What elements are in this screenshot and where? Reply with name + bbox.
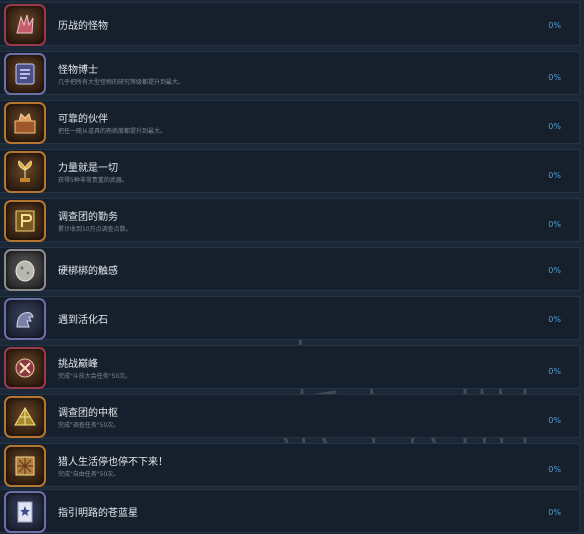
unlock-percent: 0% [548, 21, 561, 30]
achievement-title: 调查团的中枢 [58, 408, 118, 419]
achievement-badge [4, 151, 46, 193]
monster-book-icon [15, 63, 35, 85]
research-points-icon [15, 210, 35, 232]
achievement-badge [4, 396, 46, 438]
achievement-description: 完成"自由任务"50次。 [58, 471, 120, 478]
achievement-badge [4, 347, 46, 389]
achievement-row[interactable]: 指引明路的苍蓝星 0% [0, 489, 580, 533]
fossil-creature-icon [16, 312, 34, 328]
achievement-row[interactable]: 调查团的勤务 累计收到10万点调查点数。 0% [0, 198, 580, 242]
stone-egg-icon [15, 260, 35, 282]
achievement-badge [4, 200, 46, 242]
achievement-row[interactable]: 可靠的伙伴 把任一随从道具的熟练度都提升到最大。 0% [0, 100, 580, 144]
quest-map-icon [15, 456, 35, 476]
achievement-row[interactable]: 遇到活化石 0% [0, 296, 580, 340]
unlock-percent: 0% [548, 122, 561, 131]
unlock-percent: 0% [548, 367, 561, 376]
achievement-row[interactable]: 怪物博士 几乎把所有大型怪物的研究等级都提升到最大。 0% [0, 51, 580, 95]
achievement-description: 获得5种非常贵重的武器。 [58, 177, 128, 184]
achievement-title: 猎人生活停也停不下来！ [58, 457, 168, 468]
monster-claw-icon [16, 14, 34, 34]
achievement-badge [4, 491, 46, 533]
unlock-percent: 0% [548, 220, 561, 229]
achievement-description: 把任一随从道具的熟练度都提升到最大。 [58, 128, 167, 135]
achievement-description: 累计收到10万点调查点数。 [58, 226, 132, 233]
achievement-row[interactable]: 猎人生活停也停不下来！ 完成"自由任务"50次。 0% [0, 443, 580, 487]
unlock-percent: 0% [548, 315, 561, 324]
achievement-badge [4, 445, 46, 487]
palico-chest-icon [14, 113, 36, 134]
achievement-badge [4, 53, 46, 95]
unlock-percent: 0% [548, 266, 561, 275]
golden-fleur-icon [18, 160, 32, 182]
achievement-title: 挑战巅峰 [58, 359, 98, 370]
achievement-title: 硬梆梆的触感 [58, 266, 118, 277]
achievement-row[interactable]: 力量就是一切 获得5种非常贵重的武器。 0% [0, 149, 580, 193]
achievement-description: 几乎把所有大型怪物的研究等级都提升到最大。 [58, 79, 185, 86]
blue-star-emblem-icon [17, 501, 33, 523]
achievement-row[interactable]: 调查团的中枢 完成"调查任务"50次。 0% [0, 394, 580, 438]
unlock-percent: 0% [548, 508, 561, 517]
achievement-title: 遇到活化石 [58, 315, 108, 326]
unlock-percent: 0% [548, 73, 561, 82]
unlock-percent: 0% [548, 171, 561, 180]
achievement-description: 完成"调查任务"50次。 [58, 422, 120, 429]
achievement-badge [4, 249, 46, 291]
unlock-percent: 0% [548, 416, 561, 425]
arena-crest-icon [15, 358, 35, 378]
achievement-badge [4, 4, 46, 46]
achievement-description: 完成"斗技大会任务"50次。 [58, 373, 132, 380]
achievement-title: 力量就是一切 [58, 163, 118, 174]
achievement-row[interactable]: 硬梆梆的触感 0% [0, 247, 580, 291]
achievement-title: 怪物博士 [58, 65, 98, 76]
achievement-title: 可靠的伙伴 [58, 114, 108, 125]
achievement-title: 指引明路的苍蓝星 [58, 508, 138, 519]
achievement-list: 历战的怪物 0% 怪物博士 几乎把所有大型怪物的研究等级都提升到最大。 0% 可… [0, 0, 584, 534]
unlock-percent: 0% [548, 465, 561, 474]
achievement-badge [4, 298, 46, 340]
achievement-row[interactable]: 历战的怪物 0% [0, 2, 580, 46]
achievement-title: 历战的怪物 [58, 21, 108, 32]
achievement-badge [4, 102, 46, 144]
camp-tent-icon [14, 407, 36, 426]
achievement-row[interactable]: 挑战巅峰 完成"斗技大会任务"50次。 0% [0, 345, 580, 389]
achievement-title: 调查团的勤务 [58, 212, 118, 223]
